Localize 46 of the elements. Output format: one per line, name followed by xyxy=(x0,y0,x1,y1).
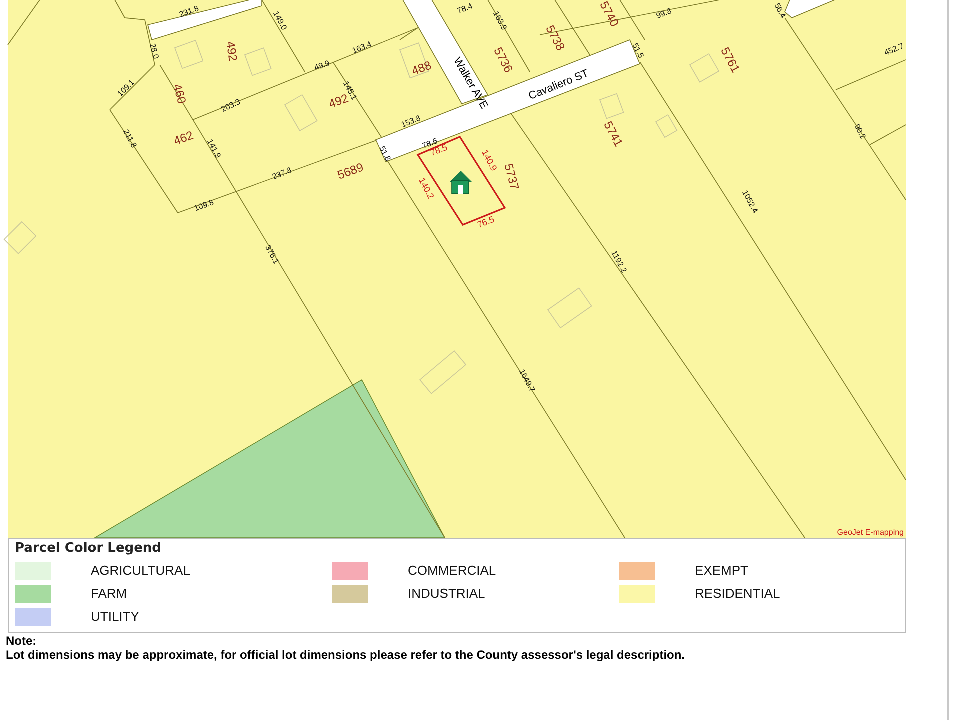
dimension-label: 109.8 xyxy=(193,198,216,214)
parcel-number: 5740 xyxy=(597,0,622,30)
parcel-number: 462 xyxy=(172,128,196,148)
parcel-number: 5741 xyxy=(601,119,626,150)
dimension-label: 149.0 xyxy=(272,10,289,32)
dimension-label: 231.8 xyxy=(178,4,200,20)
parcel-number: 5737 xyxy=(502,162,522,192)
legend-title: Parcel Color Legend xyxy=(15,541,162,557)
dimension-label: 76.5 xyxy=(476,214,496,230)
map-credit: GeoJet E-mapping xyxy=(837,528,904,537)
legend-label: FARM xyxy=(91,586,128,602)
dimension-label: 51.8 xyxy=(378,144,393,163)
dimension-label: 78.4 xyxy=(456,2,474,16)
dimension-label: 452.7 xyxy=(883,42,906,58)
legend-label: UTILITY xyxy=(91,609,140,625)
legend-label: EXEMPT xyxy=(695,563,748,579)
legend-label: AGRICULTURAL xyxy=(91,563,190,579)
dimension-label: 163.4 xyxy=(351,40,374,56)
legend-label: INDUSTRIAL xyxy=(408,586,486,602)
parcel-number: 460 xyxy=(170,82,190,106)
dimension-label: 49.9 xyxy=(313,58,331,73)
dimension-label: 141.9 xyxy=(206,138,223,160)
note-title: Note: xyxy=(6,634,37,648)
dimension-label: 140.9 xyxy=(480,148,500,173)
parcel-number: 5736 xyxy=(491,45,516,76)
dimension-label: 163.9 xyxy=(492,10,509,32)
dimension-label: 99.8 xyxy=(655,6,673,21)
parcel-number: 5689 xyxy=(336,160,366,182)
dimension-label: 140.2 xyxy=(416,176,436,201)
dimension-label: 56.4 xyxy=(772,2,788,20)
dimension-label: 153.8 xyxy=(400,114,422,130)
dimension-label: 203.3 xyxy=(220,97,242,114)
note-text: Lot dimensions may be approximate, for official lot dimensions please refer to the County assessor's legal description. xyxy=(6,648,686,662)
parcel-number: 488 xyxy=(410,58,434,78)
legend-label: RESIDENTIAL xyxy=(695,586,780,602)
parcel-number: 492 xyxy=(224,40,240,62)
dimension-label: 376.1 xyxy=(264,244,281,266)
house-icon xyxy=(450,171,472,194)
parcel-number: 5761 xyxy=(718,45,743,76)
dimension-label: 90.2 xyxy=(852,122,868,141)
dimension-label: 237.8 xyxy=(271,166,294,182)
parcel-number: 5738 xyxy=(543,23,568,54)
legend-label: COMMERCIAL xyxy=(408,563,496,579)
dimension-label: 51.5 xyxy=(630,42,646,60)
dimension-label: 28.0 xyxy=(148,42,161,60)
dimension-label: 211.8 xyxy=(122,128,139,150)
